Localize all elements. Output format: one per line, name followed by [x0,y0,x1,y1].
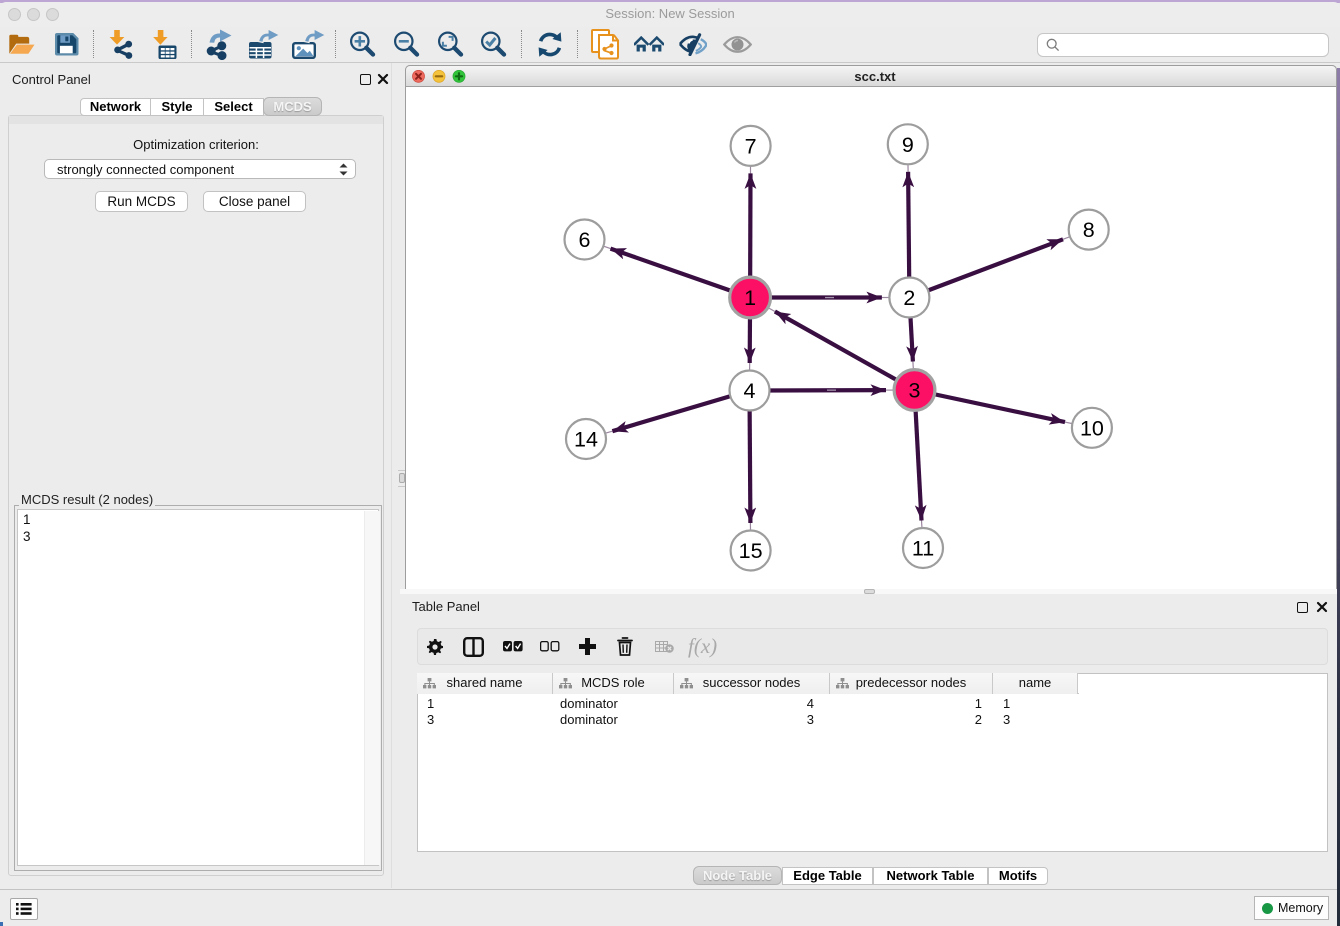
svg-text:15: 15 [739,539,763,563]
svg-text:14: 14 [574,428,598,452]
svg-text:1: 1 [744,286,756,310]
svg-text:11: 11 [912,537,934,561]
svg-text:4: 4 [744,379,756,403]
svg-text:10: 10 [1080,416,1104,440]
svg-text:8: 8 [1083,218,1095,242]
svg-text:3: 3 [909,379,921,403]
svg-text:9: 9 [902,133,914,157]
svg-text:6: 6 [579,228,591,252]
svg-text:2: 2 [903,286,915,310]
svg-text:7: 7 [745,135,757,159]
